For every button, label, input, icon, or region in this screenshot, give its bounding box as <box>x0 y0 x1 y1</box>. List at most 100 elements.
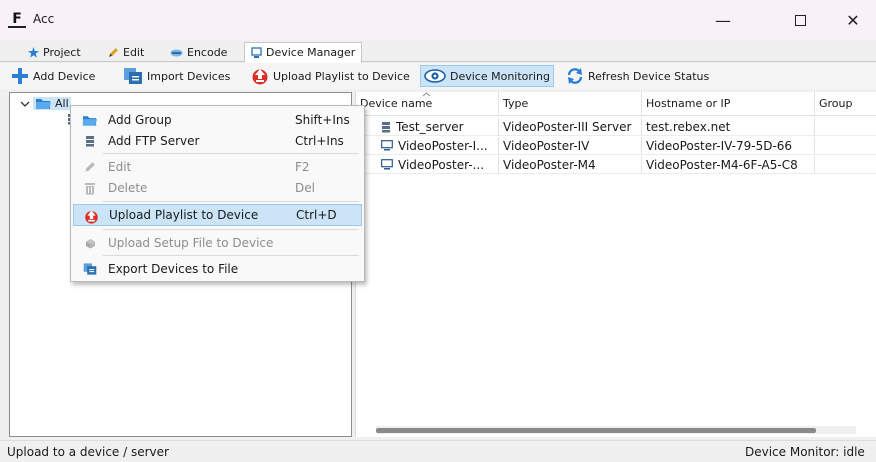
menu-item-add-ftp-server[interactable]: Add FTP Server Ctrl+Ins <box>73 130 362 152</box>
folder-icon <box>82 112 98 128</box>
tree-root-all[interactable]: All <box>20 97 71 110</box>
toolbar-label: Add Device <box>33 69 96 83</box>
table-row[interactable]: VideoPoster-I... VideoPoster-IV VideoPos… <box>356 137 876 155</box>
status-bar: Upload to a device / server Device Monit… <box>0 440 876 462</box>
pencil-icon <box>82 159 98 175</box>
menu-item-upload-playlist[interactable]: Upload Playlist to Device Ctrl+D <box>73 204 362 226</box>
add-device-button[interactable]: Add Device <box>8 65 98 87</box>
column-header-group[interactable]: Group <box>815 92 876 116</box>
refresh-icon <box>567 68 583 84</box>
export-icon <box>82 261 98 277</box>
tree-root-selection: All <box>33 97 71 110</box>
column-header-type[interactable]: Type <box>499 92 642 116</box>
device-name-cell: Test_server <box>356 118 499 136</box>
tab-edit[interactable]: Edit <box>102 43 150 62</box>
menu-item-shortcut: Ctrl+Ins <box>295 134 344 148</box>
plus-icon <box>12 68 28 84</box>
star-icon <box>28 47 39 58</box>
device-name-cell: VideoPoster-I... <box>356 137 499 155</box>
menu-item-shortcut: Shift+Ins <box>295 113 350 127</box>
ribbon-tabs: Project Edit Encode Device Manager <box>0 40 876 63</box>
menu-item-label: Upload Setup File to Device <box>108 236 274 250</box>
toolbar: Add Device Import Devices Upload Playlis… <box>0 63 876 89</box>
device-monitoring-button[interactable]: Device Monitoring <box>420 65 554 87</box>
device-host-cell: test.rebex.net <box>642 118 815 136</box>
context-menu: Add Group Shift+Ins Add FTP Server Ctrl+… <box>70 105 365 282</box>
device-type-cell: VideoPoster-III Server <box>499 118 642 136</box>
monitor-icon <box>381 140 393 151</box>
column-header-device-name[interactable]: Device name <box>356 92 499 116</box>
encode-icon <box>170 49 183 56</box>
menu-item-label: Upload Playlist to Device <box>109 208 259 222</box>
device-name: Test_server <box>396 119 464 134</box>
sort-ascending-icon <box>422 92 431 97</box>
tab-device-manager[interactable]: Device Manager <box>244 42 363 63</box>
close-icon: ✕ <box>846 10 860 30</box>
device-type-cell: VideoPoster-IV <box>499 137 642 155</box>
menu-item-shortcut: Ctrl+D <box>296 208 337 222</box>
upload-icon <box>83 208 99 224</box>
tab-label: Edit <box>123 46 145 59</box>
menu-item-upload-setup-file[interactable]: Upload Setup File to Device <box>73 232 362 254</box>
server-icon <box>382 121 390 132</box>
menu-separator <box>103 229 359 230</box>
menu-item-export-devices[interactable]: Export Devices to File <box>73 258 362 280</box>
pencil-icon <box>109 48 118 57</box>
column-header-label: Device name <box>360 97 433 110</box>
title-bar: F Acc — ✕ <box>0 0 876 40</box>
device-monitor-status: Device Monitor: idle <box>745 445 865 459</box>
app-icon: F <box>8 12 26 28</box>
tab-project[interactable]: Project <box>22 43 87 62</box>
window-title: Acc <box>33 12 55 26</box>
folder-icon <box>36 99 51 109</box>
tab-label: Device Manager <box>266 46 356 59</box>
monitor-icon <box>381 159 393 170</box>
menu-separator <box>103 201 359 202</box>
upload-icon <box>252 69 268 85</box>
scrollbar-thumb[interactable] <box>376 428 816 433</box>
column-header-label: Type <box>503 97 529 110</box>
column-header-label: Hostname or IP <box>646 97 731 110</box>
column-header-label: Group <box>819 97 853 110</box>
minimize-button[interactable]: — <box>700 0 746 40</box>
device-group-cell <box>815 156 876 174</box>
trash-icon <box>82 180 98 196</box>
device-type-cell: VideoPoster-M4 <box>499 156 642 174</box>
toolbar-label: Import Devices <box>147 69 231 83</box>
device-host-cell: VideoPoster-IV-79-5D-66 <box>642 137 815 155</box>
column-header-hostname[interactable]: Hostname or IP <box>642 92 815 116</box>
tab-label: Encode <box>187 46 228 59</box>
menu-item-label: Export Devices to File <box>108 262 239 276</box>
menu-item-edit[interactable]: Edit F2 <box>73 156 362 178</box>
toolbar-label: Device Monitoring <box>450 69 550 83</box>
import-icon <box>124 68 142 84</box>
device-name: VideoPoster-... <box>398 157 485 172</box>
table-row[interactable]: Test_server VideoPoster-III Server test.… <box>356 118 876 136</box>
maximize-icon <box>794 14 806 26</box>
menu-item-delete[interactable]: Delete Del <box>73 177 362 199</box>
device-host-cell: VideoPoster-M4-6F-A5-C8 <box>642 156 815 174</box>
menu-item-shortcut: F2 <box>295 160 310 174</box>
menu-item-add-group[interactable]: Add Group Shift+Ins <box>73 109 362 131</box>
box-icon <box>82 235 98 251</box>
menu-separator <box>103 153 359 154</box>
close-button[interactable]: ✕ <box>830 0 876 40</box>
menu-item-label: Add FTP Server <box>108 134 200 148</box>
upload-playlist-button[interactable]: Upload Playlist to Device <box>248 65 413 87</box>
maximize-button[interactable] <box>777 0 823 40</box>
status-message: Upload to a device / server <box>7 445 169 459</box>
device-group-cell <box>815 137 876 155</box>
table-row[interactable]: VideoPoster-... VideoPoster-M4 VideoPost… <box>356 156 876 174</box>
refresh-device-status-button[interactable]: Refresh Device Status <box>563 65 712 87</box>
import-devices-button[interactable]: Import Devices <box>120 65 233 87</box>
eye-icon <box>424 69 446 83</box>
device-list[interactable]: Device name Type Hostname or IP Group Te… <box>355 92 876 437</box>
menu-item-label: Add Group <box>108 113 172 127</box>
minimize-icon: — <box>715 10 731 30</box>
toolbar-label: Upload Playlist to Device <box>273 69 410 83</box>
tab-encode[interactable]: Encode <box>164 43 233 62</box>
chevron-down-icon[interactable] <box>20 100 30 108</box>
device-icon <box>251 46 262 58</box>
horizontal-scrollbar[interactable] <box>376 426 856 434</box>
server-icon <box>82 133 98 149</box>
